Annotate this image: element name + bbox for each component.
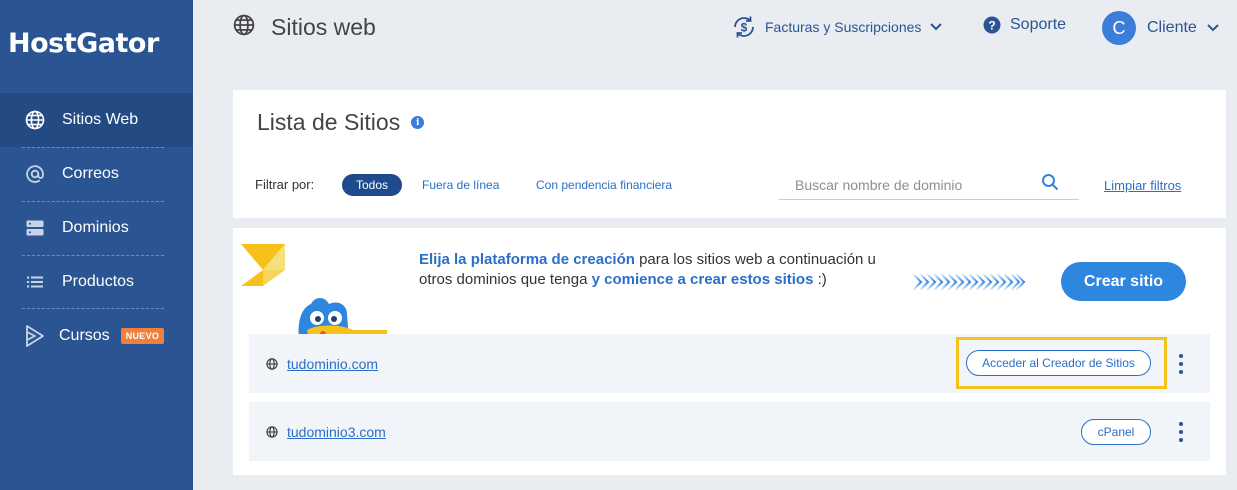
sidebar-item-label: Productos [62,273,135,290]
promo-highlight: Elija la plataforma de creación [419,251,635,268]
list-icon [23,270,47,294]
section-title-text: Lista de Sitios [257,109,401,135]
create-site-button[interactable]: Crear sitio [1061,262,1186,301]
support-link[interactable]: ? Soporte [983,16,1066,34]
sidebar-item-cursos[interactable]: Cursos NUEVO [0,309,193,363]
billing-label: Facturas y Suscripciones [765,19,922,35]
sidebar-item-label: Dominios [62,219,129,236]
globe-icon [266,425,278,443]
user-label: Cliente [1147,19,1197,36]
dollar-refresh-icon: $ [731,14,757,40]
filter-chip-offline[interactable]: Fuera de línea [422,178,499,192]
filter-chip-todos[interactable]: Todos [342,174,402,196]
support-label: Soporte [1010,16,1067,33]
more-options-icon[interactable] [1174,422,1188,442]
gator-mascot-illustration [237,234,387,345]
page-title-text: Sitios web [271,14,376,40]
help-icon: ? [983,16,1001,34]
sidebar-item-dominios[interactable]: Dominios [0,201,193,255]
search-icon[interactable] [1041,173,1059,196]
promo-highlight: y comience a crear estos sitios [591,271,814,288]
info-icon[interactable]: i [411,116,425,129]
globe-icon [23,108,47,132]
domain-search-input[interactable] [779,170,1079,200]
sidebar-item-label: Correos [62,165,119,182]
filter-chip-financial-pending[interactable]: Con pendencia financiera [536,178,672,192]
sidebar: HostGator Sitios Web Correos Dominios Pr… [0,0,193,490]
sidebar-item-correos[interactable]: Correos [0,147,193,201]
server-icon [23,216,47,240]
more-options-icon[interactable] [1174,354,1188,374]
chevron-arrows-decoration [911,272,1026,297]
chevron-down-icon [930,23,943,31]
new-badge: NUEVO [120,328,165,344]
svg-text:?: ? [988,19,995,33]
site-builder-button[interactable]: Acceder al Creador de Sitios [966,350,1151,376]
hostgator-logo[interactable]: HostGator [8,28,159,59]
user-menu[interactable]: C Cliente [1102,11,1219,45]
site-list-filter-panel: Lista de Sitios i Filtrar por: Todos Fue… [233,90,1226,218]
filter-label: Filtrar por: [255,177,315,192]
site-list-panel: Elija la plataforma de creación para los… [233,228,1226,475]
at-icon [23,162,47,186]
promo-body: :) [813,271,827,288]
play-icon [23,324,47,348]
svg-text:$: $ [741,21,748,35]
clear-filters-link[interactable]: Limpiar filtros [1104,178,1181,193]
chevron-down-icon [1207,24,1219,32]
promo-text: Elija la plataforma de creación para los… [419,250,899,290]
page-title: Sitios web [233,14,376,41]
sidebar-item-label: Sitios Web [62,111,139,128]
avatar: C [1102,11,1136,45]
sidebar-item-label: Cursos [59,327,110,344]
sidebar-item-productos[interactable]: Productos [0,255,193,309]
section-title: Lista de Sitios i [257,109,425,136]
cpanel-button[interactable]: cPanel [1081,419,1151,445]
site-domain-link[interactable]: tudominio.com [287,356,378,372]
table-row: tudominio3.com cPanel [249,402,1210,461]
table-row: tudominio.com Acceder al Creador de Siti… [249,334,1210,393]
billing-menu[interactable]: $ Facturas y Suscripciones [731,14,943,40]
globe-icon [233,14,255,41]
site-domain-link[interactable]: tudominio3.com [287,424,386,440]
sidebar-item-sitios-web[interactable]: Sitios Web [0,93,193,147]
globe-icon [266,357,278,375]
